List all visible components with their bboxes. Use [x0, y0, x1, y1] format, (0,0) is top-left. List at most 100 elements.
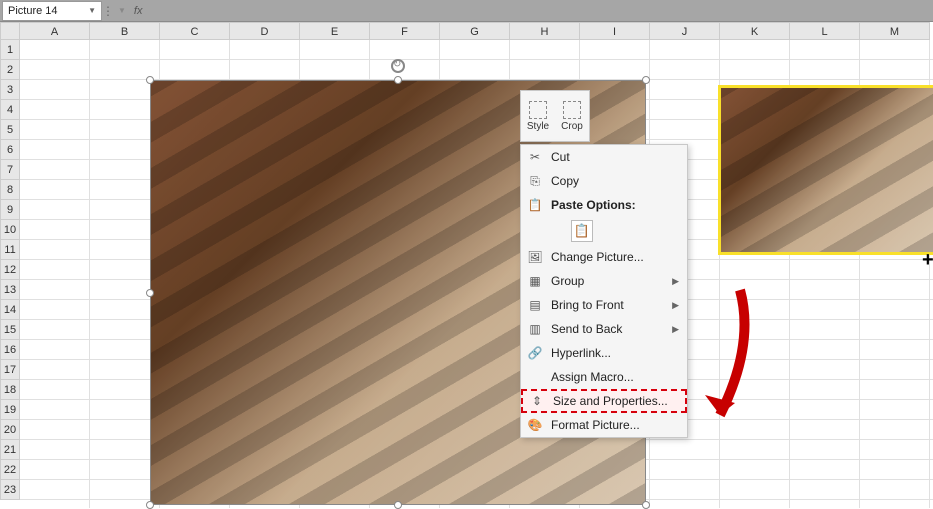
menu-cut[interactable]: ✂ Cut [521, 145, 687, 169]
fx-label: fx [134, 5, 143, 17]
row-header[interactable]: 15 [0, 320, 20, 340]
row-header[interactable]: 11 [0, 240, 20, 260]
row-header[interactable]: 10 [0, 220, 20, 240]
menu-format-picture[interactable]: 🎨 Format Picture... [521, 413, 687, 437]
menu-label: Cut [551, 150, 570, 164]
scissors-icon: ✂ [527, 149, 543, 165]
macro-icon [527, 369, 543, 385]
row-header[interactable]: 3 [0, 80, 20, 100]
row-header[interactable]: 16 [0, 340, 20, 360]
name-box[interactable]: Picture 14 ▼ [2, 1, 102, 21]
divider: ⋮ [102, 4, 112, 18]
row-header[interactable]: 17 [0, 360, 20, 380]
row-header[interactable]: 1 [0, 40, 20, 60]
row-headers: 1 2 3 4 5 6 7 8 9 10 11 12 13 14 15 16 1… [0, 40, 20, 500]
col-header[interactable]: I [580, 22, 650, 40]
menu-send-back[interactable]: ▥ Send to Back ▶ [521, 317, 687, 341]
rotate-handle[interactable] [391, 59, 405, 73]
row-header[interactable]: 12 [0, 260, 20, 280]
dropdown-icon[interactable]: ▼ [88, 6, 96, 15]
name-box-value: Picture 14 [8, 5, 58, 17]
select-all-corner[interactable] [0, 22, 20, 40]
col-header[interactable]: M [860, 22, 930, 40]
menu-label: Size and Properties... [553, 394, 668, 408]
resize-handle[interactable] [394, 76, 402, 84]
menu-change-picture[interactable]: 🖼 Change Picture... [521, 245, 687, 269]
row-header[interactable]: 7 [0, 160, 20, 180]
menu-label: Bring to Front [551, 298, 624, 312]
menu-label: Send to Back [551, 322, 622, 336]
menu-assign-macro[interactable]: Assign Macro... [521, 365, 687, 389]
row-header[interactable]: 19 [0, 400, 20, 420]
clipboard-icon: 📋 [527, 197, 543, 213]
submenu-arrow-icon: ▶ [672, 300, 679, 311]
row-header[interactable]: 9 [0, 200, 20, 220]
row-header[interactable]: 8 [0, 180, 20, 200]
crop-label: Crop [561, 121, 583, 132]
send-back-icon: ▥ [527, 321, 543, 337]
size-properties-icon: ⇕ [529, 393, 545, 409]
row-header[interactable]: 23 [0, 480, 20, 500]
col-header[interactable]: L [790, 22, 860, 40]
row-header[interactable]: 20 [0, 420, 20, 440]
formula-bar[interactable]: ▼ fx [112, 5, 142, 17]
thumbnail-picture[interactable] [718, 85, 933, 255]
col-header[interactable]: G [440, 22, 510, 40]
menu-label: Assign Macro... [551, 370, 634, 384]
row-header[interactable]: 18 [0, 380, 20, 400]
menu-group[interactable]: ▦ Group ▶ [521, 269, 687, 293]
picture-content [721, 88, 933, 252]
row-header[interactable]: 2 [0, 60, 20, 80]
row-header[interactable]: 5 [0, 120, 20, 140]
col-header[interactable]: K [720, 22, 790, 40]
menu-hyperlink[interactable]: 🔗 Hyperlink... [521, 341, 687, 365]
crosshair-cursor-icon: + [922, 250, 933, 270]
crop-button[interactable]: Crop [555, 91, 589, 141]
row-header[interactable]: 13 [0, 280, 20, 300]
worksheet: A B C D E F G H I J K L M 1 2 3 4 5 6 7 … [0, 22, 933, 508]
picture-style-icon [529, 101, 547, 119]
col-header[interactable]: J [650, 22, 720, 40]
menu-label: Hyperlink... [551, 346, 611, 360]
submenu-arrow-icon: ▶ [672, 324, 679, 335]
col-header[interactable]: C [160, 22, 230, 40]
menu-copy[interactable]: ⎘ Copy [521, 169, 687, 193]
column-headers: A B C D E F G H I J K L M [20, 22, 930, 40]
bring-front-icon: ▤ [527, 297, 543, 313]
row-header[interactable]: 22 [0, 460, 20, 480]
row-header[interactable]: 6 [0, 140, 20, 160]
mini-toolbar: Style Crop [520, 90, 590, 142]
menu-paste-picture[interactable]: 📋 [521, 217, 687, 245]
change-picture-icon: 🖼 [527, 249, 543, 265]
annotation-arrow [700, 285, 760, 445]
format-picture-icon: 🎨 [527, 417, 543, 433]
menu-label: Group [551, 274, 584, 288]
col-header[interactable]: A [20, 22, 90, 40]
style-label: Style [527, 121, 549, 132]
hyperlink-icon: 🔗 [527, 345, 543, 361]
row-header[interactable]: 14 [0, 300, 20, 320]
col-header[interactable]: F [370, 22, 440, 40]
paste-picture-icon: 📋 [571, 220, 593, 242]
style-button[interactable]: Style [521, 91, 555, 141]
menu-paste-options: 📋 Paste Options: [521, 193, 687, 217]
menu-label: Paste Options: [551, 198, 636, 212]
col-header[interactable]: H [510, 22, 580, 40]
col-header[interactable]: B [90, 22, 160, 40]
menu-bring-front[interactable]: ▤ Bring to Front ▶ [521, 293, 687, 317]
menu-label: Change Picture... [551, 250, 644, 264]
menu-size-properties[interactable]: ⇕ Size and Properties... [521, 389, 687, 413]
resize-handle[interactable] [642, 76, 650, 84]
group-icon: ▦ [527, 273, 543, 289]
submenu-arrow-icon: ▶ [672, 276, 679, 287]
col-header[interactable]: E [300, 22, 370, 40]
row-header[interactable]: 4 [0, 100, 20, 120]
col-header[interactable]: D [230, 22, 300, 40]
chevron-down-icon[interactable]: ▼ [118, 6, 126, 15]
resize-handle[interactable] [146, 76, 154, 84]
formula-bar-row: Picture 14 ▼ ⋮ ▼ fx [0, 0, 933, 22]
grid-area[interactable]: Style Crop ✂ Cut ⎘ Copy 📋 Paste Options:… [20, 40, 933, 508]
row-header[interactable]: 21 [0, 440, 20, 460]
resize-handle[interactable] [146, 289, 154, 297]
crop-icon [563, 101, 581, 119]
